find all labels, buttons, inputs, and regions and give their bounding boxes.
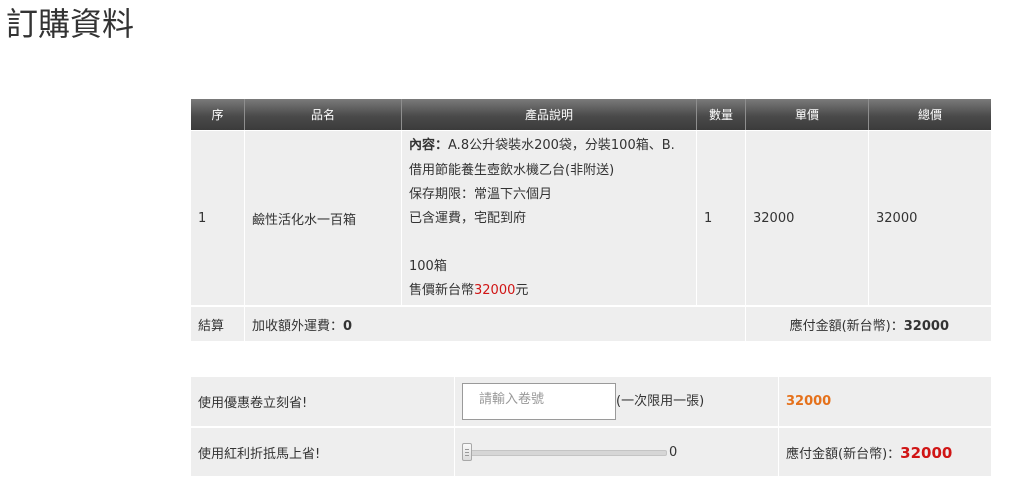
column-header-name: 品名 bbox=[245, 99, 402, 130]
bonus-label: 使用紅利折抵馬上省! bbox=[191, 426, 455, 476]
coupon-code-input[interactable] bbox=[462, 383, 616, 420]
order-table-header: 序 品名 產品說明 數量 單價 總價 bbox=[191, 99, 991, 130]
coupon-result: 32000 bbox=[779, 377, 991, 426]
bonus-row: 使用紅利折抵馬上省! 0 應付金額(新台幣)：32000 bbox=[191, 426, 991, 476]
coupon-label: 使用優惠卷立刻省! bbox=[191, 377, 455, 426]
discount-table: 使用優惠卷立刻省! (一次限用一張) 32000 使用紅利折抵馬上省! 0 應付… bbox=[191, 377, 991, 476]
bonus-cell: 0 bbox=[455, 426, 779, 476]
coupon-row: 使用優惠卷立刻省! (一次限用一張) 32000 bbox=[191, 377, 991, 426]
item-unit-price: 32000 bbox=[746, 130, 869, 305]
page-title: 訂購資料 bbox=[6, 5, 135, 43]
shipping-value: 0 bbox=[343, 318, 353, 334]
payable-amount: 應付金額(新台幣)：32000 bbox=[746, 305, 991, 341]
item-total: 32000 bbox=[869, 130, 991, 305]
table-row: 1 鹼性活化水一百箱 內容：A.8公升袋裝水200袋，分裝100箱、B. 借用節… bbox=[191, 130, 991, 305]
coupon-limit-note: (一次限用一張) bbox=[616, 394, 705, 409]
description-content: 內容：A.8公升袋裝水200袋，分裝100箱、B. bbox=[409, 134, 689, 158]
description-spacer bbox=[409, 231, 689, 255]
payable-value: 32000 bbox=[903, 318, 949, 334]
bonus-slider-value: 0 bbox=[669, 444, 678, 460]
sale-price: 售價新台幣32000元 bbox=[409, 279, 689, 303]
order-table: 序 品名 產品說明 數量 單價 總價 1 鹼性活化水一百箱 內容：A.8公升袋裝… bbox=[191, 99, 991, 341]
shipping-fee: 加收額外運費：0 bbox=[245, 305, 746, 341]
column-header-seq: 序 bbox=[191, 99, 245, 130]
coupon-result-value: 32000 bbox=[786, 394, 832, 409]
price-suffix: 元 bbox=[515, 283, 529, 299]
item-seq: 1 bbox=[191, 130, 245, 305]
item-qty: 1 bbox=[697, 130, 746, 305]
content-line-2: 借用節能養生壺飲水機乙台(非附送) bbox=[409, 162, 615, 178]
final-payable-label: 應付金額(新台幣)： bbox=[786, 446, 901, 462]
slider-track bbox=[466, 450, 667, 456]
bonus-points-slider[interactable] bbox=[462, 443, 667, 461]
quantity-note: 100箱 bbox=[409, 259, 447, 275]
payable-label: 應付金額(新台幣)： bbox=[789, 318, 904, 334]
shipping-note: 已含運費，宅配到府 bbox=[409, 211, 527, 226]
shipping-label: 加收額外運費： bbox=[252, 318, 344, 334]
price-value: 32000 bbox=[474, 283, 516, 299]
item-name: 鹼性活化水一百箱 bbox=[245, 130, 402, 305]
column-header-total: 總價 bbox=[869, 99, 991, 130]
content-label: 內容： bbox=[409, 138, 449, 154]
shelf-life: 保存期限：常溫下六個月 bbox=[409, 186, 553, 202]
item-description: 內容：A.8公升袋裝水200袋，分裝100箱、B. 借用節能養生壺飲水機乙台(非… bbox=[402, 130, 697, 305]
column-header-desc: 產品說明 bbox=[402, 99, 697, 130]
final-payable: 應付金額(新台幣)：32000 bbox=[779, 426, 991, 476]
final-payable-value: 32000 bbox=[900, 443, 953, 462]
summary-label: 結算 bbox=[191, 305, 245, 341]
price-prefix: 售價新台幣 bbox=[409, 283, 475, 299]
column-header-unit-price: 單價 bbox=[746, 99, 869, 130]
summary-row: 結算 加收額外運費：0 應付金額(新台幣)：32000 bbox=[191, 305, 991, 341]
slider-handle[interactable] bbox=[462, 443, 472, 461]
content-line-1: A.8公升袋裝水200袋，分裝100箱、B. bbox=[448, 138, 675, 154]
column-header-qty: 數量 bbox=[697, 99, 746, 130]
coupon-cell: (一次限用一張) bbox=[455, 377, 779, 426]
